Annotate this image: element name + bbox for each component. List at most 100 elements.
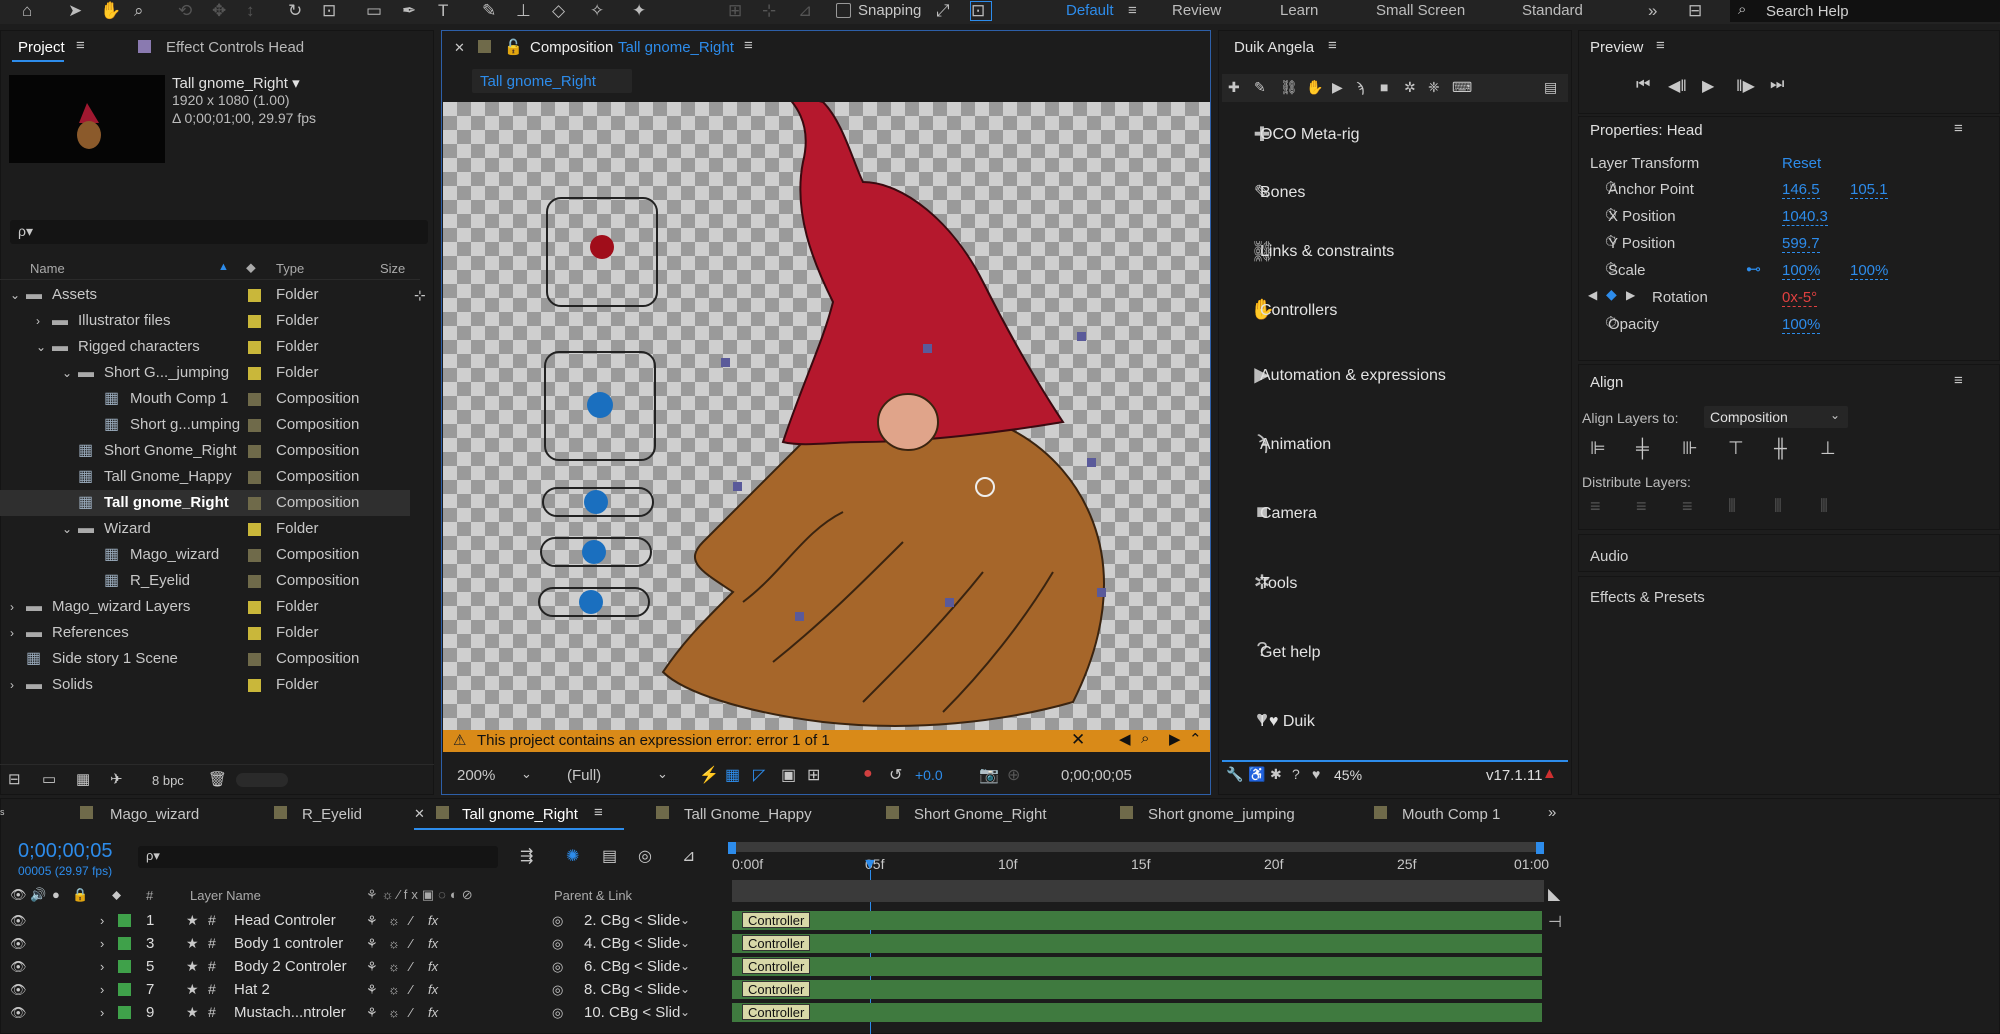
column-type[interactable]: Type bbox=[276, 261, 304, 276]
shy-layers-icon[interactable]: ▤ bbox=[602, 846, 617, 866]
effects-switch-icon[interactable]: fx bbox=[428, 955, 438, 978]
layer-name[interactable]: Hat 2 bbox=[234, 978, 270, 1001]
pick-whip-icon[interactable]: ◎ bbox=[552, 932, 563, 955]
layer-name[interactable]: Head Controler bbox=[234, 909, 336, 932]
project-settings-icon[interactable]: ✈ bbox=[110, 770, 123, 788]
y-position-value[interactable]: 599.7 bbox=[1782, 235, 1820, 253]
workspace-standard[interactable]: Standard bbox=[1522, 2, 1583, 19]
duik-get-help[interactable]: Get help bbox=[1260, 644, 1320, 662]
label-swatch[interactable] bbox=[248, 315, 261, 328]
project-item[interactable]: ▦ Tall gnome_Right Composition bbox=[0, 490, 410, 516]
parent-chevron-icon[interactable]: ⌄ bbox=[680, 932, 690, 955]
duik-tab[interactable]: Duik Angela bbox=[1234, 39, 1314, 56]
distribute-hcenter-icon[interactable]: ⦀ bbox=[1774, 496, 1782, 517]
comp-flowchart-icon[interactable]: ⇶ bbox=[520, 846, 533, 866]
collapse-switch-icon[interactable]: ☼ bbox=[388, 932, 400, 955]
snap-edges-icon[interactable]: ⊡ bbox=[970, 1, 992, 21]
home-icon[interactable]: ⌂ bbox=[22, 0, 32, 22]
timeline-options-icon[interactable]: ⊣ bbox=[1548, 912, 1562, 932]
duik-camera[interactable]: Camera bbox=[1260, 505, 1317, 523]
timeline-search-input[interactable]: ρ▾ bbox=[138, 846, 498, 868]
label-swatch[interactable] bbox=[248, 497, 261, 510]
layer-name[interactable]: Body 1 controler bbox=[234, 932, 343, 955]
parent-chevron-icon[interactable]: ⌄ bbox=[680, 978, 690, 1001]
label-swatch[interactable] bbox=[248, 289, 261, 302]
project-item[interactable]: › ▬ Illustrator files Folder bbox=[0, 308, 410, 334]
duik-play-icon[interactable]: ▶ bbox=[1332, 79, 1343, 96]
duik-automation[interactable]: Automation & expressions bbox=[1260, 367, 1446, 385]
visibility-eye-icon[interactable]: 👁 bbox=[10, 932, 27, 955]
column-layer-name[interactable]: Layer Name bbox=[190, 888, 261, 903]
layer-expand-icon[interactable]: › bbox=[100, 1001, 104, 1024]
network-icon[interactable]: ⊹ bbox=[414, 282, 426, 308]
workspace-default[interactable]: Default bbox=[1066, 2, 1114, 19]
quality-switch-icon[interactable]: ⁄ bbox=[410, 909, 412, 932]
shy-switch-icon[interactable]: ⚘ bbox=[366, 955, 378, 978]
time-ruler[interactable]: 0:00f 05f 10f 15f 20f 25f 01:00 bbox=[732, 856, 1549, 878]
effects-switch-icon[interactable]: fx bbox=[428, 909, 438, 932]
duik-console-icon[interactable]: ⌨ bbox=[1452, 79, 1472, 96]
layer-expand-icon[interactable]: › bbox=[100, 909, 104, 932]
project-item[interactable]: ▦ R_Eyelid Composition bbox=[0, 568, 410, 594]
timeline-tab-eyelid[interactable]: R_Eyelid bbox=[302, 806, 362, 823]
align-vcenter-icon[interactable]: ╫ bbox=[1774, 438, 1787, 459]
layer-label-swatch[interactable] bbox=[118, 983, 131, 996]
project-item[interactable]: › ▬ Solids Folder bbox=[0, 672, 410, 698]
snapping-checkbox[interactable] bbox=[836, 3, 851, 18]
effects-presets-tab[interactable]: Effects & Presets bbox=[1590, 589, 1705, 606]
workspace-switch-icon[interactable]: ⊟ bbox=[1688, 0, 1702, 22]
collapse-arrow-icon[interactable]: ⌄ bbox=[36, 334, 46, 360]
align-left-icon[interactable]: ⊫ bbox=[1590, 438, 1606, 459]
audio-switch-icon[interactable]: 🔊 bbox=[30, 887, 46, 903]
audio-tab[interactable]: Audio bbox=[1590, 548, 1628, 565]
properties-menu-icon[interactable]: ≡ bbox=[1954, 120, 1963, 137]
distribute-left-icon[interactable]: ⦀ bbox=[1728, 496, 1736, 517]
preview-tab[interactable]: Preview bbox=[1590, 39, 1643, 56]
pan-tool-icon[interactable]: ✥ bbox=[212, 0, 226, 22]
snap-options-icon[interactable]: ⤢ bbox=[936, 0, 950, 22]
label-swatch[interactable] bbox=[248, 341, 261, 354]
label-swatch[interactable] bbox=[248, 653, 261, 666]
layer-duration-bar[interactable] bbox=[732, 957, 1542, 976]
duik-warning-icon[interactable]: ▲ bbox=[1542, 765, 1557, 782]
work-area-end-handle[interactable] bbox=[1536, 842, 1544, 854]
more-workspaces-icon[interactable]: » bbox=[1648, 0, 1657, 22]
motion-blur-icon[interactable]: ◎ bbox=[638, 846, 652, 866]
collapse-switch-icon[interactable]: ☼ bbox=[388, 1001, 400, 1024]
pen-tool-icon[interactable]: ✒ bbox=[402, 0, 416, 22]
quality-switch-icon[interactable]: ⁄ bbox=[410, 1001, 412, 1024]
label-swatch[interactable] bbox=[248, 445, 261, 458]
workspace-learn[interactable]: Learn bbox=[1280, 2, 1318, 19]
view-axis-icon[interactable]: ⊿ bbox=[798, 0, 812, 22]
duik-rig-icon[interactable]: ✚ bbox=[1228, 79, 1240, 96]
align-menu-icon[interactable]: ≡ bbox=[1954, 372, 1963, 389]
selection-tool-icon[interactable]: ➤ bbox=[68, 0, 82, 22]
parent-chevron-icon[interactable]: ⌄ bbox=[680, 955, 690, 978]
video-switch-icon[interactable]: 👁 bbox=[10, 887, 27, 903]
timeline-menu-icon[interactable]: ≡ bbox=[594, 804, 603, 821]
label-swatch[interactable] bbox=[248, 523, 261, 536]
error-find-icon[interactable]: ⌕ bbox=[1141, 730, 1149, 747]
effects-switch-icon[interactable]: fx bbox=[428, 932, 438, 955]
lock-switch-icon[interactable]: 🔒 bbox=[72, 887, 88, 903]
close-comp-icon[interactable]: ✕ bbox=[454, 40, 465, 56]
prev-frame-icon[interactable]: ◀‖ bbox=[1668, 76, 1687, 96]
collapse-switch-icon[interactable]: ☼ bbox=[388, 909, 400, 932]
preview-menu-icon[interactable]: ≡ bbox=[1656, 37, 1665, 54]
error-next-icon[interactable]: ▶ bbox=[1169, 730, 1181, 748]
duik-settings-icon[interactable]: 🔧 bbox=[1226, 766, 1243, 783]
fast-previews-icon[interactable]: ⚡ bbox=[699, 765, 719, 785]
layer-duration-bar[interactable] bbox=[732, 1003, 1542, 1022]
exposure-value[interactable]: +0.0 bbox=[915, 767, 943, 783]
parent-link-select[interactable]: 8. CBg < Slide bbox=[584, 978, 680, 1001]
mask-visibility-icon[interactable]: ◸ bbox=[753, 765, 765, 785]
project-item[interactable]: ▦ Short g...umping Composition bbox=[0, 412, 410, 438]
label-swatch[interactable] bbox=[248, 627, 261, 640]
type-tool-icon[interactable]: T bbox=[438, 0, 448, 22]
label-swatch[interactable] bbox=[248, 549, 261, 562]
distribute-right-icon[interactable]: ⦀ bbox=[1820, 496, 1828, 517]
label-swatch[interactable] bbox=[248, 471, 261, 484]
duik-tools[interactable]: Tools bbox=[1260, 575, 1297, 593]
parent-link-select[interactable]: 2. CBg < Slide bbox=[584, 909, 680, 932]
scale-x-value[interactable]: 100% bbox=[1782, 262, 1821, 280]
